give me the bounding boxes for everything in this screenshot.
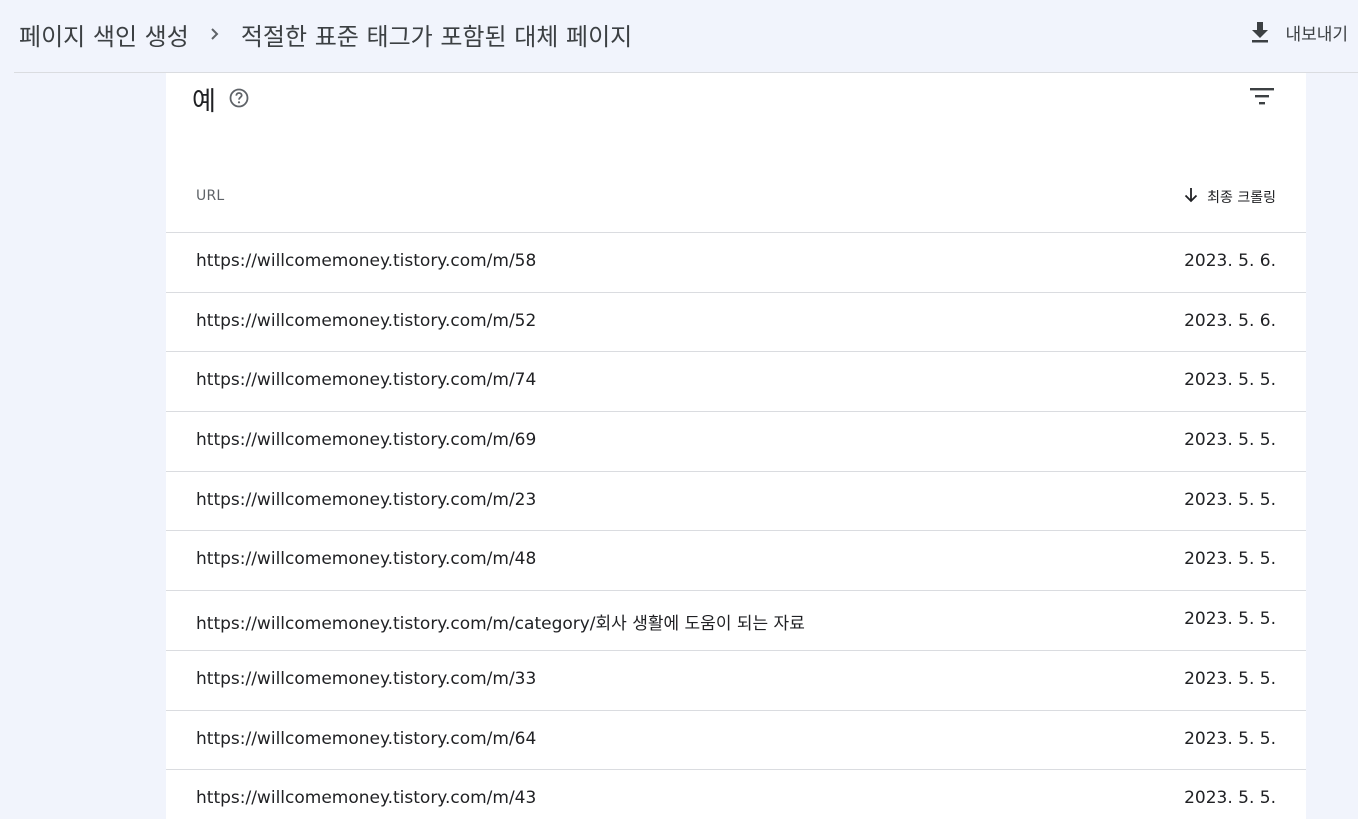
row-date: 2023. 5. 5. — [1184, 549, 1276, 570]
column-header-last-crawled-label: 최종 크롤링 — [1207, 190, 1276, 206]
column-header-url[interactable]: URL — [196, 188, 224, 204]
table-row[interactable]: https://willcomemoney.tistory.com/m/64 2… — [166, 711, 1306, 771]
row-url: https://willcomemoney.tistory.com/m/33 — [196, 668, 537, 689]
download-icon — [1249, 20, 1271, 44]
arrow-down-icon — [1183, 186, 1199, 208]
breadcrumb: 페이지 색인 생성 적절한 표준 태그가 포함된 대체 페이지 — [19, 16, 632, 52]
top-bar: 페이지 색인 생성 적절한 표준 태그가 포함된 대체 페이지 내보내기 — [0, 0, 1358, 72]
chevron-right-icon — [189, 16, 241, 52]
row-url: https://willcomemoney.tistory.com/m/58 — [196, 251, 537, 271]
table-row[interactable]: https://willcomemoney.tistory.com/m/74 2… — [166, 352, 1306, 413]
row-date: 2023. 5. 6. — [1184, 310, 1276, 331]
table-row[interactable]: https://willcomemoney.tistory.com/m/52 2… — [166, 293, 1306, 353]
table-body: https://willcomemoney.tistory.com/m/58 2… — [166, 233, 1306, 819]
table-row[interactable]: https://willcomemoney.tistory.com/m/69 2… — [166, 412, 1306, 472]
breadcrumb-parent-link[interactable]: 페이지 색인 생성 — [19, 17, 189, 52]
filter-icon[interactable] — [1248, 85, 1276, 109]
breadcrumb-current: 적절한 표준 태그가 포함된 대체 페이지 — [240, 22, 633, 51]
row-date: 2023. 5. 5. — [1184, 430, 1276, 451]
table-row[interactable]: https://willcomemoney.tistory.com/m/23 2… — [166, 472, 1306, 532]
column-header-last-crawled[interactable]: 최종 크롤링 — [1183, 186, 1276, 208]
row-url: https://willcomemoney.tistory.com/m/43 — [196, 788, 537, 809]
row-url: https://willcomemoney.tistory.com/m/74 — [196, 370, 537, 391]
row-url: https://willcomemoney.tistory.com/m/64 — [196, 728, 537, 749]
row-date: 2023. 5. 5. — [1184, 489, 1276, 510]
examples-card: 예 URL 최종 크롤링 https://willcomemoney.tisto… — [166, 73, 1306, 819]
table-row[interactable]: https://willcomemoney.tistory.com/m/cate… — [166, 591, 1306, 651]
row-date: 2023. 5. 5. — [1184, 370, 1276, 391]
export-button[interactable]: 내보내기 — [1249, 18, 1348, 46]
row-date: 2023. 5. 5. — [1184, 609, 1276, 630]
row-url: https://willcomemoney.tistory.com/m/69 — [196, 430, 537, 451]
row-date: 2023. 5. 5. — [1184, 728, 1276, 749]
card-title-text: 예 — [192, 86, 216, 117]
export-label: 내보내기 — [1285, 24, 1348, 45]
table-row[interactable]: https://willcomemoney.tistory.com/m/43 2… — [166, 770, 1306, 819]
row-url: https://willcomemoney.tistory.com/m/cate… — [196, 614, 805, 635]
row-date: 2023. 5. 5. — [1184, 668, 1276, 689]
card-title: 예 — [192, 81, 250, 117]
table-row[interactable]: https://willcomemoney.tistory.com/m/33 2… — [166, 651, 1306, 711]
row-date: 2023. 5. 6. — [1184, 251, 1276, 271]
row-url: https://willcomemoney.tistory.com/m/48 — [196, 549, 537, 570]
row-url: https://willcomemoney.tistory.com/m/23 — [196, 489, 537, 510]
help-circle-icon[interactable] — [228, 86, 250, 116]
table-header: URL 최종 크롤링 — [166, 166, 1306, 233]
table-row[interactable]: https://willcomemoney.tistory.com/m/48 2… — [166, 531, 1306, 592]
row-date: 2023. 5. 5. — [1184, 788, 1276, 809]
row-url: https://willcomemoney.tistory.com/m/52 — [196, 310, 537, 331]
table-row[interactable]: https://willcomemoney.tistory.com/m/58 2… — [166, 233, 1306, 293]
